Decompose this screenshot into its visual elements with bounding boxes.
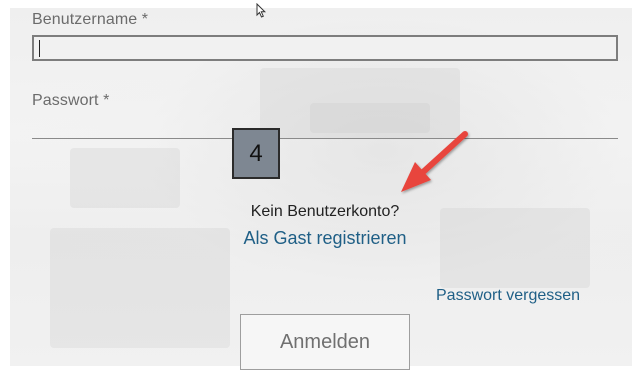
- login-button[interactable]: Anmelden: [240, 314, 410, 370]
- password-label: Passwort *: [32, 92, 110, 109]
- login-screen: Benutzername * Passwort * 4 Kein Benutze…: [0, 0, 641, 373]
- background-photo: [10, 8, 632, 366]
- forgot-password-link[interactable]: Passwort vergessen: [436, 287, 580, 305]
- username-input[interactable]: [32, 35, 618, 61]
- mouse-pointer-icon: [256, 3, 267, 18]
- red-arrow-annotation-icon: [401, 131, 468, 192]
- step-number-badge: 4: [232, 128, 280, 179]
- no-account-prompt: Kein Benutzerkonto?: [250, 203, 400, 220]
- text-caret: [39, 40, 40, 57]
- username-label: Benutzername *: [32, 11, 149, 28]
- register-as-guest-link[interactable]: Als Gast registrieren: [0, 228, 641, 249]
- password-input[interactable]: [32, 138, 618, 139]
